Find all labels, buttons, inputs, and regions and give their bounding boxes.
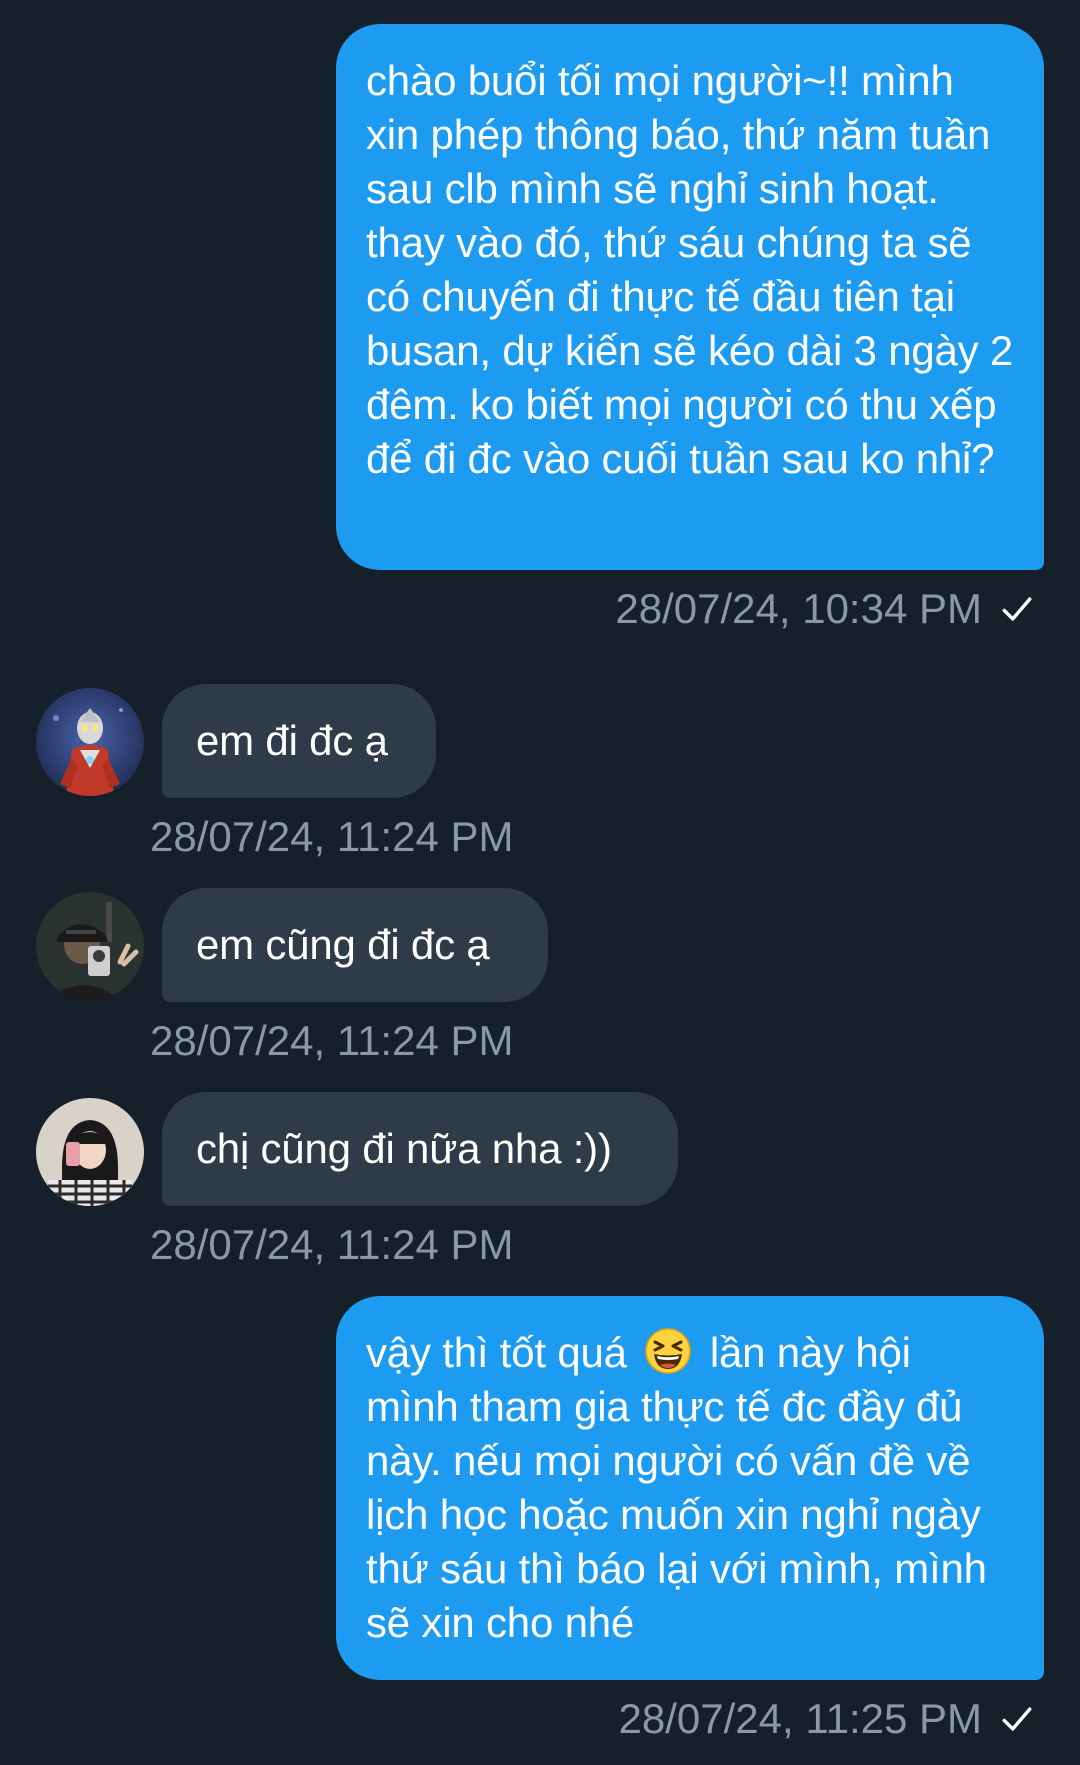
message-timestamp: 28/07/24, 11:25 PM <box>619 1694 1034 1744</box>
girl-selfie-avatar-icon[interactable] <box>36 1098 144 1206</box>
message-text: em cũng đi đc ạ <box>196 921 490 968</box>
chat-thread: chào buổi tối mọi người~!! mình xin phép… <box>0 0 1080 1765</box>
message-text: em đi đc ạ <box>196 717 388 764</box>
incoming-message-bubble[interactable]: em cũng đi đc ạ <box>162 888 548 1002</box>
timestamp-text: 28/07/24, 10:34 PM <box>615 585 982 632</box>
hero-figure-avatar-icon[interactable] <box>36 688 144 796</box>
cap-selfie-avatar-icon[interactable] <box>36 892 144 1000</box>
outgoing-message-bubble[interactable]: vậy thì tốt quá lần này hội mình tham gi… <box>336 1296 1044 1680</box>
timestamp-text: 28/07/24, 11:24 PM <box>150 1017 514 1064</box>
message-text: chị cũng đi nữa nha :)) <box>196 1125 612 1172</box>
grinning-squinting-face-icon <box>645 1328 692 1374</box>
message-timestamp: 28/07/24, 11:24 PM <box>150 1016 513 1066</box>
checkmark-icon <box>1002 597 1032 621</box>
timestamp-text: 28/07/24, 11:24 PM <box>150 1221 514 1268</box>
outgoing-message-bubble[interactable]: chào buổi tối mọi người~!! mình xin phép… <box>336 24 1044 570</box>
timestamp-text: 28/07/24, 11:25 PM <box>618 1695 982 1742</box>
message-text: lần này hội mình tham gia thực tế đc đầy… <box>366 1329 987 1646</box>
message-timestamp: 28/07/24, 11:24 PM <box>150 1220 513 1270</box>
message-timestamp: 28/07/24, 11:24 PM <box>150 812 513 862</box>
checkmark-icon <box>1002 1707 1032 1731</box>
message-timestamp: 28/07/24, 10:34 PM <box>615 584 1034 634</box>
message-text: chào buổi tối mọi người~!! mình xin phép… <box>366 57 1014 482</box>
incoming-message-bubble[interactable]: chị cũng đi nữa nha :)) <box>162 1092 678 1206</box>
incoming-message-bubble[interactable]: em đi đc ạ <box>162 684 436 798</box>
message-text: vậy thì tốt quá <box>366 1329 627 1376</box>
timestamp-text: 28/07/24, 11:24 PM <box>150 813 514 860</box>
